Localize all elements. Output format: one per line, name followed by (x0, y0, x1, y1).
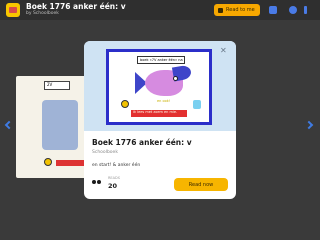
app-logo-icon[interactable] (6, 3, 20, 17)
apps-icon[interactable] (269, 6, 277, 14)
robot-icon (193, 100, 201, 109)
more-icon[interactable] (304, 6, 307, 14)
next-page-icon[interactable] (304, 120, 314, 130)
speaker-icon (218, 7, 223, 13)
bee-icon (121, 100, 129, 108)
illustration-title: boek «7V anker één» na (137, 56, 185, 64)
reads-label: READS (108, 176, 120, 180)
modal-title: Boek 1776 anker één: v (92, 138, 192, 147)
modal-author[interactable]: Schoolboek (92, 150, 118, 155)
gear-icon[interactable] (289, 6, 297, 14)
background-bee-icon (44, 158, 52, 166)
fish-eye-icon (173, 76, 178, 81)
eyes-icon (92, 180, 102, 186)
previous-page-icon[interactable] (4, 120, 14, 130)
top-bar: Boek 1776 anker één: v by Schoolboek Rea… (0, 0, 320, 20)
background-page-tag: 2V (44, 81, 70, 90)
modal-cover-area: boek «7V anker één» na en ook! ik lees m… (84, 41, 236, 131)
book-preview-modal: boek «7V anker één» na en ook! ik lees m… (84, 41, 236, 199)
read-to-me-label: Read to me (226, 7, 255, 13)
illustration-red-banner: ik lees met zoem en mie. (131, 110, 187, 117)
close-icon[interactable]: ✕ (220, 46, 227, 55)
reads-count: 20 (108, 182, 118, 190)
book-byline: by Schoolboek (26, 11, 59, 16)
cover-illustration: boek «7V anker één» na en ook! ik lees m… (106, 49, 212, 125)
modal-description: en start! & anker één (92, 163, 141, 168)
illustration-yellow-text: en ook! (157, 99, 171, 103)
book-title: Boek 1776 anker één: v (26, 2, 126, 11)
read-now-button[interactable]: Read now (174, 178, 228, 191)
background-fish-image (42, 100, 78, 150)
read-to-me-button[interactable]: Read to me (214, 4, 260, 16)
